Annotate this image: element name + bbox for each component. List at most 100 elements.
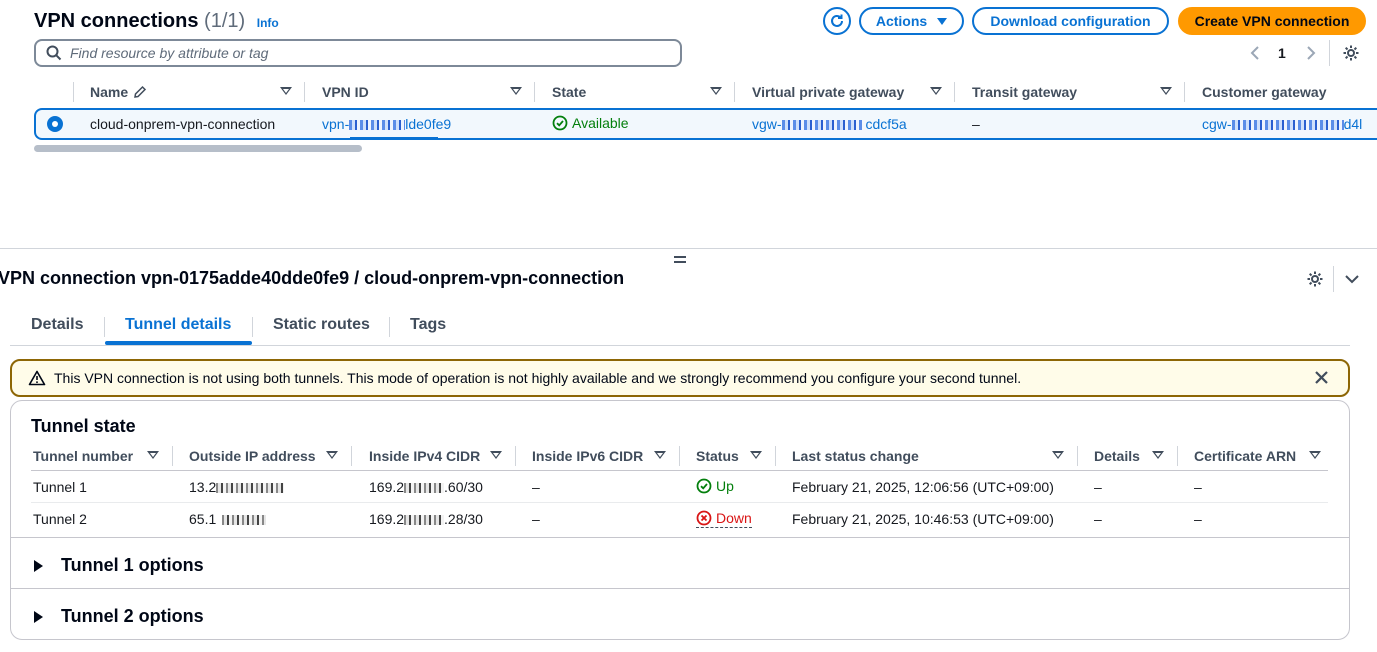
tunnel-1-options-expander[interactable]: Tunnel 1 options [34, 555, 204, 576]
horizontal-scrollbar[interactable] [34, 145, 362, 152]
sort-icon[interactable] [147, 451, 159, 459]
tab-tunnel-details[interactable]: Tunnel details [125, 316, 231, 334]
cell-transit-gateway: – [972, 116, 980, 132]
cell-certificate-arn: – [1194, 511, 1202, 527]
caret-down-icon [937, 17, 948, 25]
redacted [404, 483, 445, 494]
tab-details[interactable]: Details [31, 316, 83, 334]
split-panel-divider [0, 248, 1377, 249]
column-header-last-status-change[interactable]: Last status change [792, 446, 919, 466]
column-header-tunnel-number[interactable]: Tunnel number [33, 446, 133, 466]
tab-static-routes[interactable]: Static routes [273, 316, 370, 334]
panel-title: VPN connection vpn-0175adde40dde0fe9 / c… [0, 268, 625, 288]
cell-customer-gateway[interactable]: cgw-d4l [1202, 116, 1362, 132]
cell-status: Up [696, 478, 734, 494]
cell-state: Available [552, 115, 629, 131]
column-header-name[interactable]: Name [90, 82, 147, 102]
cell-virtual-private-gateway[interactable]: vgw- cdcf5a [752, 116, 907, 132]
check-circle-icon [696, 478, 712, 494]
link-underline [350, 137, 438, 139]
sort-icon[interactable] [280, 87, 292, 95]
column-header-state[interactable]: State [552, 82, 586, 102]
chevron-left-icon [1250, 46, 1259, 60]
cell-details: – [1094, 511, 1102, 527]
cell-inside-ipv6: – [532, 511, 540, 527]
warning-alert: This VPN connection is not using both tu… [10, 359, 1350, 397]
split-panel-handle[interactable] [674, 256, 686, 263]
pagination-next[interactable] [1302, 44, 1320, 62]
cell-tunnel-number: Tunnel 2 [33, 511, 87, 527]
title-text: VPN connections [34, 10, 199, 32]
cell-inside-ipv6: – [532, 479, 540, 495]
warning-icon [28, 370, 46, 386]
chevron-down-icon [1345, 275, 1359, 284]
sort-icon[interactable] [654, 451, 666, 459]
tabs-divider [10, 345, 1350, 346]
column-header-outside-ip[interactable]: Outside IP address [189, 446, 316, 466]
x-circle-icon [696, 510, 712, 526]
column-header-details[interactable]: Details [1094, 446, 1140, 466]
pencil-icon [134, 85, 147, 98]
redacted [216, 483, 285, 494]
refresh-icon [831, 14, 843, 27]
column-header-virtual-private-gateway[interactable]: Virtual private gateway [752, 82, 904, 102]
sort-icon[interactable] [1052, 451, 1064, 459]
tab-tags[interactable]: Tags [410, 316, 446, 334]
sort-icon[interactable] [326, 451, 338, 459]
download-configuration-button[interactable]: Download configuration [972, 7, 1169, 35]
panel-settings-button[interactable] [1306, 270, 1324, 291]
search-input[interactable] [70, 45, 630, 61]
gear-icon [1307, 271, 1323, 287]
cell-inside-ipv4: 169.2.28/30 [369, 511, 483, 527]
create-vpn-connection-button[interactable]: Create VPN connection [1178, 7, 1366, 35]
sort-icon[interactable] [490, 451, 502, 459]
column-header-inside-ipv4[interactable]: Inside IPv4 CIDR [369, 446, 480, 466]
cell-name: cloud-onprem-vpn-connection [90, 116, 276, 132]
cell-tunnel-number: Tunnel 1 [33, 479, 87, 495]
chevron-right-icon [1307, 46, 1316, 60]
row-radio[interactable] [47, 116, 63, 132]
cell-outside-ip: 65.1 [189, 511, 267, 527]
column-header-status[interactable]: Status [696, 446, 739, 466]
actions-button[interactable]: Actions [859, 7, 964, 35]
column-header-transit-gateway[interactable]: Transit gateway [972, 82, 1077, 102]
cell-certificate-arn: – [1194, 479, 1202, 495]
pagination-page[interactable]: 1 [1278, 45, 1286, 61]
dismiss-alert-button[interactable] [1314, 370, 1329, 388]
tunnel-state-title: Tunnel state [31, 416, 136, 436]
caret-right-icon [34, 559, 43, 572]
page-title: VPN connections (1/1) Info [34, 10, 279, 33]
sort-icon[interactable] [710, 87, 722, 95]
sort-icon[interactable] [930, 87, 942, 95]
refresh-button[interactable] [823, 7, 851, 35]
sort-icon[interactable] [1160, 87, 1172, 95]
gear-icon [1343, 45, 1359, 61]
panel-collapse-button[interactable] [1344, 272, 1360, 288]
column-header-customer-gateway[interactable]: Customer gateway [1202, 82, 1326, 102]
caret-right-icon [34, 610, 43, 623]
sort-icon[interactable] [750, 451, 762, 459]
cell-last-status-change: February 21, 2025, 12:06:56 (UTC+09:00) [792, 479, 1054, 495]
cell-status[interactable]: Down [696, 510, 752, 528]
sort-icon[interactable] [1152, 451, 1164, 459]
column-header-inside-ipv6[interactable]: Inside IPv6 CIDR [532, 446, 643, 466]
pagination-prev[interactable] [1246, 44, 1264, 62]
close-icon [1315, 371, 1328, 384]
search-box[interactable] [34, 39, 682, 67]
redacted [781, 120, 862, 131]
column-header-certificate-arn[interactable]: Certificate ARN [1194, 446, 1296, 466]
redacted [349, 120, 406, 131]
tunnel-2-options-expander[interactable]: Tunnel 2 options [34, 606, 204, 627]
cell-last-status-change: February 21, 2025, 10:46:53 (UTC+09:00) [792, 511, 1054, 527]
sort-icon[interactable] [1309, 451, 1321, 459]
cell-vpn-id[interactable]: vpn-lde0fe9 [322, 116, 451, 132]
redacted [1231, 120, 1344, 131]
cell-outside-ip: 13.2 [189, 479, 285, 495]
cell-details: – [1094, 479, 1102, 495]
search-icon [46, 45, 62, 61]
divider [1329, 40, 1330, 66]
column-header-vpn-id[interactable]: VPN ID [322, 82, 369, 102]
sort-icon[interactable] [510, 87, 522, 95]
table-settings-button[interactable] [1342, 44, 1360, 65]
info-link[interactable]: Info [257, 16, 279, 30]
